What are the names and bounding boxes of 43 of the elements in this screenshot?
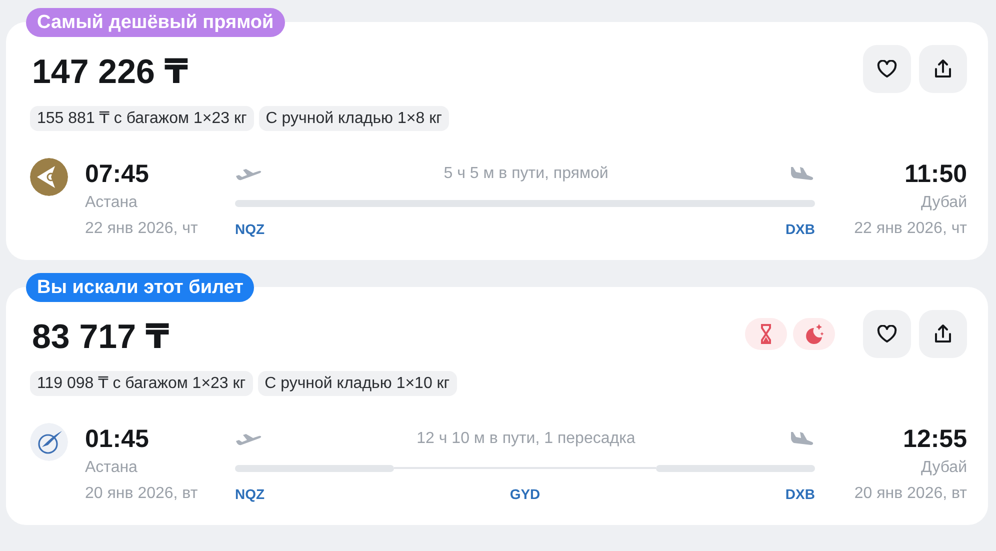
hourglass-icon — [759, 324, 773, 344]
arrival-time: 12:55 — [903, 424, 967, 455]
plane-takeoff-icon — [235, 167, 263, 181]
departure-city: Астана — [85, 193, 138, 213]
ticket-price: 147 226 ₸ — [32, 52, 188, 92]
airline-logo — [30, 158, 68, 196]
fare-option: С ручной кладью 1×8 кг — [258, 106, 449, 131]
flight-duration: 12 ч 10 м в пути, 1 пересадка — [416, 430, 636, 448]
plane-takeoff-icon — [235, 432, 263, 446]
airport-code: DXB — [785, 221, 815, 237]
departure-time: 07:45 — [85, 159, 150, 190]
arrival-date: 22 янв 2026, чт — [854, 219, 967, 239]
heart-icon — [877, 60, 897, 78]
airport-code: GYD — [510, 486, 540, 502]
fare-option: 155 881 ₸ с багажом 1×23 кг — [30, 106, 254, 131]
airport-code: NQZ — [235, 486, 265, 502]
arrival-time: 11:50 — [904, 159, 967, 190]
plane-landing-icon — [789, 166, 815, 182]
heart-icon — [877, 325, 897, 343]
share-icon — [934, 59, 952, 79]
flight-duration: 5 ч 5 м в пути, прямой — [442, 165, 610, 183]
fare-option: С ручной кладью 1×10 кг — [258, 371, 457, 396]
ticket-badge: Самый дешёвый прямой — [26, 8, 285, 37]
fare-option: 119 098 ₸ с багажом 1×23 кг — [30, 371, 253, 396]
favorite-button[interactable] — [863, 45, 911, 93]
favorite-button[interactable] — [863, 310, 911, 358]
airport-code: DXB — [785, 486, 815, 502]
airport-code: NQZ — [235, 221, 265, 237]
plane-landing-icon — [789, 431, 815, 447]
share-button[interactable] — [919, 45, 967, 93]
moon-stars-icon — [803, 323, 825, 345]
share-icon — [934, 324, 952, 344]
departure-date: 20 янв 2026, вт — [85, 484, 199, 504]
airline-logo — [30, 423, 68, 461]
share-button[interactable] — [919, 310, 967, 358]
arrival-date: 20 янв 2026, вт — [854, 484, 967, 504]
departure-city: Астана — [85, 458, 138, 478]
arrival-city: Дубай — [921, 193, 967, 213]
arrival-city: Дубай — [921, 458, 967, 478]
departure-date: 22 янв 2026, чт — [85, 219, 199, 239]
ticket-price: 83 717 ₸ — [32, 317, 170, 357]
ticket-badge: Вы искали этот билет — [26, 273, 254, 302]
departure-time: 01:45 — [85, 424, 150, 455]
